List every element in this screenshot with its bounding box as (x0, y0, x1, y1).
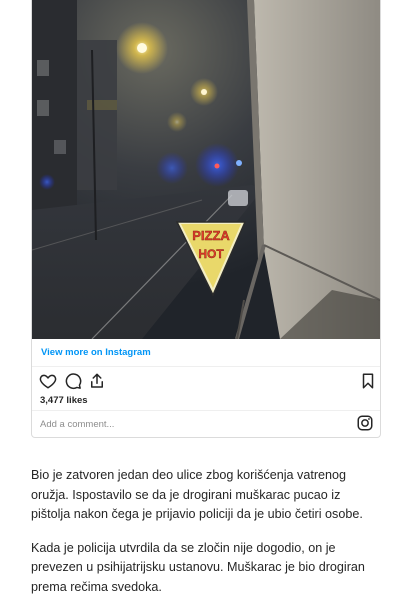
instagram-logo-icon[interactable] (356, 414, 374, 432)
divider (32, 410, 380, 411)
article-body: Bio je zatvoren jedan deo ulice zbog kor… (31, 466, 381, 611)
comment-input[interactable]: Add a comment... (40, 419, 114, 430)
post-actions (39, 372, 375, 392)
view-more-link[interactable]: View more on Instagram (41, 347, 151, 358)
comment-icon[interactable] (64, 372, 82, 390)
night-street-image: PIZZA HOT (32, 0, 380, 339)
divider (32, 366, 380, 367)
likes-count: 3,477 likes (40, 395, 88, 406)
share-icon[interactable] (88, 372, 106, 390)
sign-line-1: PIZZA (192, 228, 230, 243)
article-paragraph: Kada je policija utvrdila da se zločin n… (31, 540, 365, 594)
heart-icon[interactable] (39, 372, 57, 390)
bookmark-icon[interactable] (359, 372, 377, 390)
article-paragraph: Bio je zatvoren jedan deo ulice zbog kor… (31, 468, 363, 521)
instagram-embed: PIZZA HOT View more on Instagram 3,477 l… (31, 0, 381, 438)
post-photo[interactable]: PIZZA HOT (32, 0, 380, 339)
sign-line-2: HOT (198, 247, 224, 261)
